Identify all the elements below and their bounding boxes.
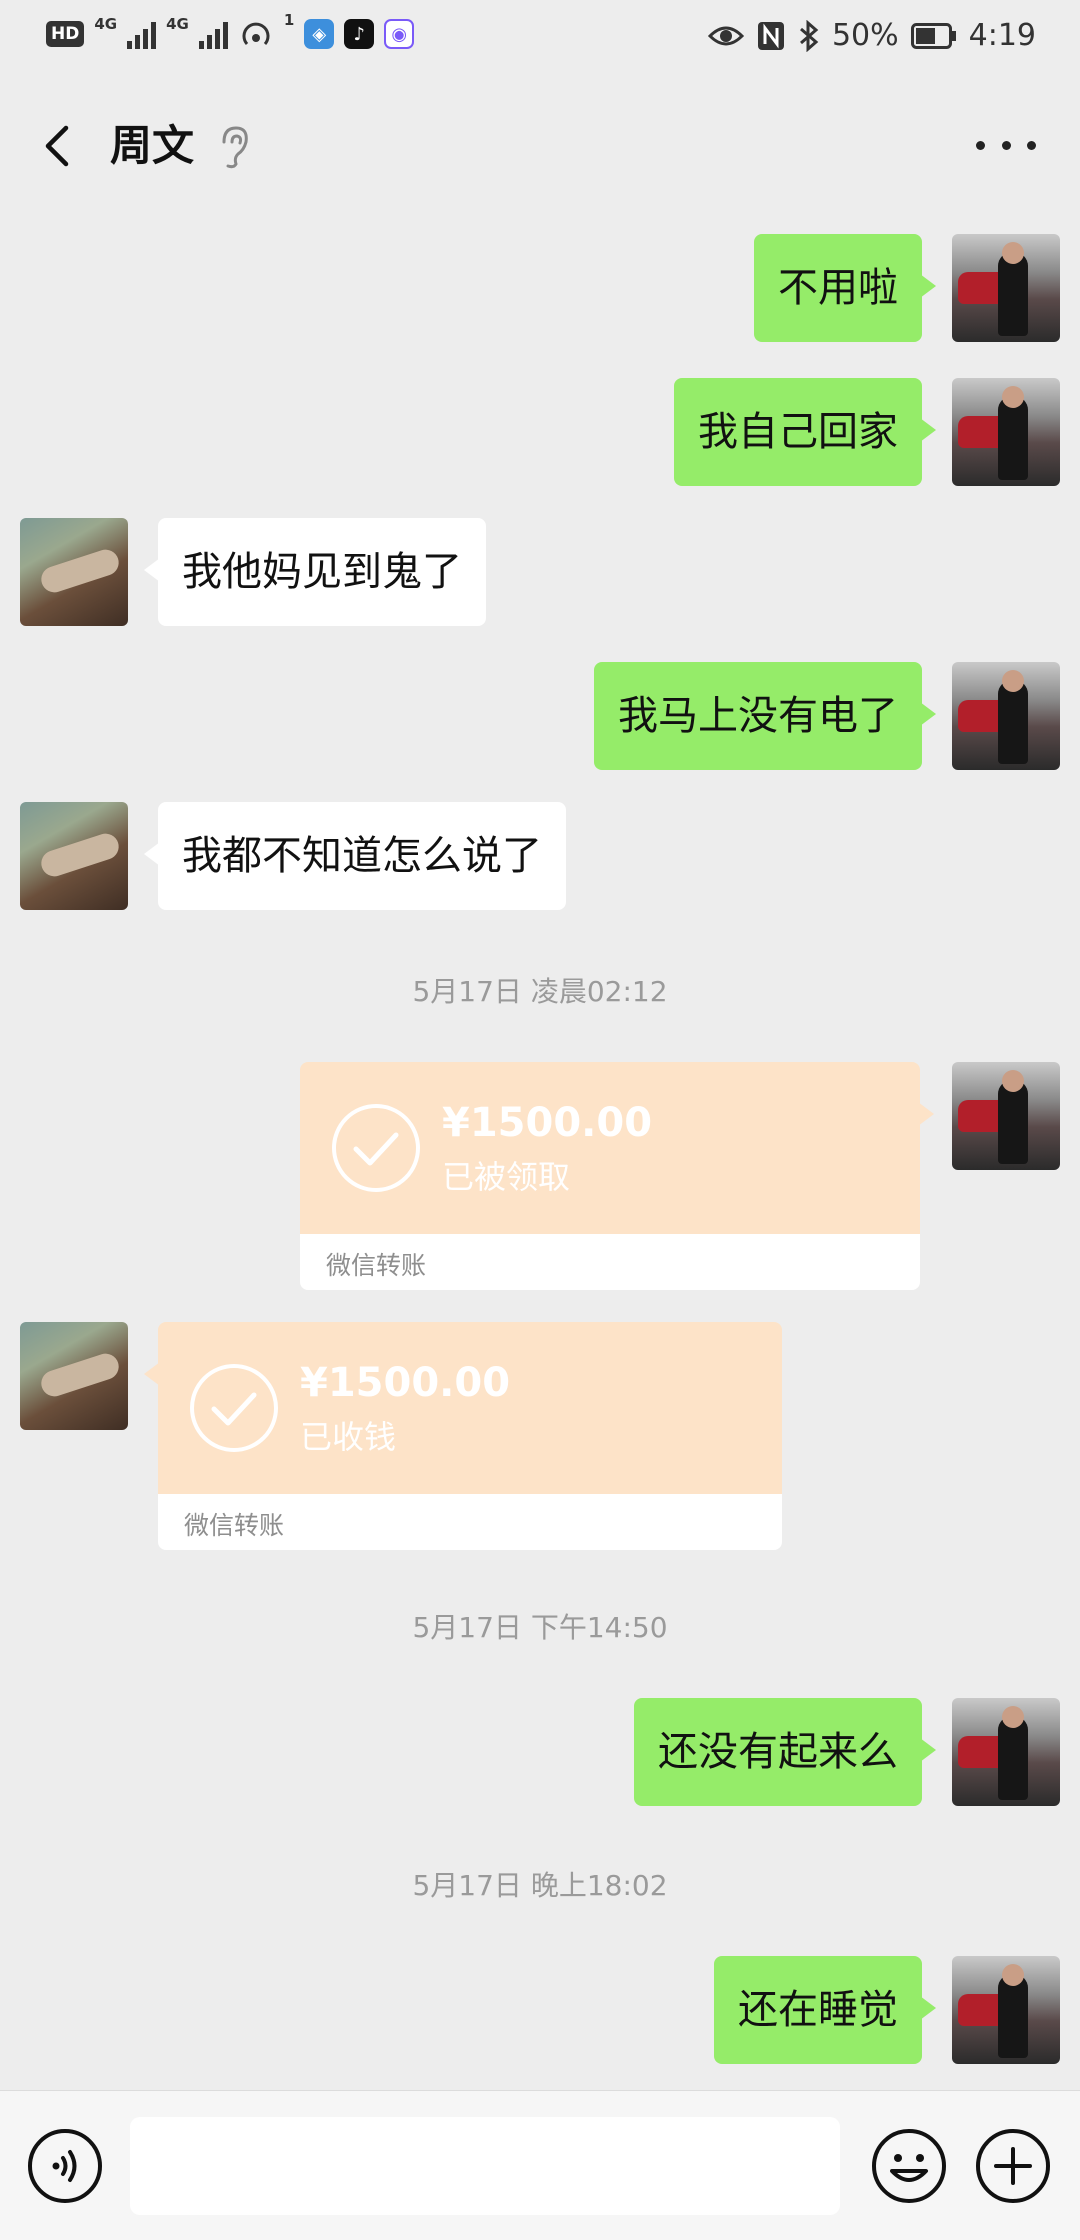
voice-input-icon[interactable] [26, 2127, 104, 2205]
nfc-icon [757, 21, 784, 50]
status-bar-left: HD 4G 4G 1 ◈ ♪ ◉ [46, 11, 415, 50]
message-text: 我马上没有电了 [618, 693, 898, 739]
self-avatar[interactable] [952, 1956, 1060, 2064]
self-avatar[interactable] [952, 662, 1060, 770]
message-text: 还在睡觉 [738, 1987, 898, 2033]
clock: 4:19 [968, 18, 1036, 53]
more-options-icon[interactable] [976, 120, 1036, 170]
contact-avatar[interactable] [20, 1322, 128, 1430]
chat-title: 周文 [110, 121, 195, 170]
eye-icon [707, 26, 744, 45]
check-circle-icon [332, 1104, 420, 1192]
chat-app-icon: ◉ [384, 19, 415, 49]
transfer-card-footer: 微信转账 [158, 1494, 782, 1550]
message-text: 我自己回家 [698, 409, 898, 455]
timestamp: 5月17日 下午14:50 [412, 1611, 668, 1644]
timestamp: 5月17日 凌晨02:12 [412, 975, 668, 1008]
tiktok-icon: ♪ [344, 19, 375, 49]
back-arrow-icon[interactable] [30, 116, 90, 176]
message-text: 还没有起来么 [658, 1729, 898, 1775]
input-bar [0, 2090, 1080, 2240]
self-avatar[interactable] [952, 1062, 1060, 1170]
transfer-card-incoming[interactable]: ¥1500.00 已收钱 微信转账 [144, 1322, 782, 1550]
emoji-icon[interactable] [870, 2127, 948, 2205]
ear-icon [222, 126, 248, 169]
network-type-1: 4G [94, 15, 118, 33]
message-text: 不用啦 [778, 265, 898, 311]
signal-icon [127, 19, 157, 49]
network-type-2: 4G [166, 15, 189, 33]
message-bubble-outgoing[interactable]: 还没有起来么 [634, 1698, 936, 1806]
message-bubble-outgoing[interactable]: 我马上没有电了 [594, 662, 936, 770]
self-avatar[interactable] [952, 1698, 1060, 1806]
self-avatar[interactable] [952, 234, 1060, 342]
timestamp: 5月17日 晚上18:02 [412, 1869, 668, 1902]
message-bubble-incoming[interactable]: 我都不知道怎么说了 [144, 802, 566, 910]
contact-avatar[interactable] [20, 802, 128, 910]
check-circle-icon [190, 1364, 278, 1452]
battery-icon [910, 22, 956, 49]
transfer-amount: ¥1500.00 [300, 1360, 511, 1406]
signal-icon [198, 19, 228, 49]
chat-screen: HD 4G 4G 1 ◈ ♪ ◉ 50% 4:19 周文 不用啦 我自己回家 我… [0, 0, 1080, 2240]
hotspot-icon [242, 22, 270, 45]
transfer-status: 已收钱 [300, 1418, 397, 1456]
chat-header: 周文 [0, 100, 1080, 192]
message-text: 我他妈见到鬼了 [182, 549, 462, 595]
self-avatar[interactable] [952, 378, 1060, 486]
transfer-card-body: ¥1500.00 已被领取 [300, 1062, 934, 1234]
shield-app-icon: ◈ [304, 19, 335, 49]
transfer-status: 已被领取 [442, 1158, 571, 1196]
message-bubble-outgoing[interactable]: 不用啦 [754, 234, 936, 342]
transfer-card-outgoing[interactable]: ¥1500.00 已被领取 微信转账 [300, 1062, 934, 1290]
transfer-footer-label: 微信转账 [326, 1251, 427, 1280]
transfer-card-footer: 微信转账 [300, 1234, 920, 1290]
bluetooth-icon [799, 19, 819, 52]
plus-icon[interactable] [974, 2127, 1052, 2205]
message-bubble-outgoing[interactable]: 我自己回家 [674, 378, 936, 486]
status-bar-right: 50% 4:19 [707, 18, 1036, 53]
hd-icon: HD [46, 21, 85, 47]
battery-percent: 50% [831, 18, 899, 53]
transfer-amount: ¥1500.00 [442, 1100, 653, 1146]
status-bar: HD 4G 4G 1 ◈ ♪ ◉ 50% 4:19 [0, 0, 1080, 80]
message-input[interactable] [130, 2117, 840, 2215]
hotspot-count: 1 [283, 11, 295, 29]
transfer-card-body: ¥1500.00 已收钱 [144, 1322, 782, 1494]
contact-avatar[interactable] [20, 518, 128, 626]
transfer-footer-label: 微信转账 [184, 1511, 285, 1540]
message-bubble-incoming[interactable]: 我他妈见到鬼了 [144, 518, 486, 626]
message-text: 我都不知道怎么说了 [182, 833, 542, 879]
message-bubble-outgoing[interactable]: 还在睡觉 [714, 1956, 936, 2064]
